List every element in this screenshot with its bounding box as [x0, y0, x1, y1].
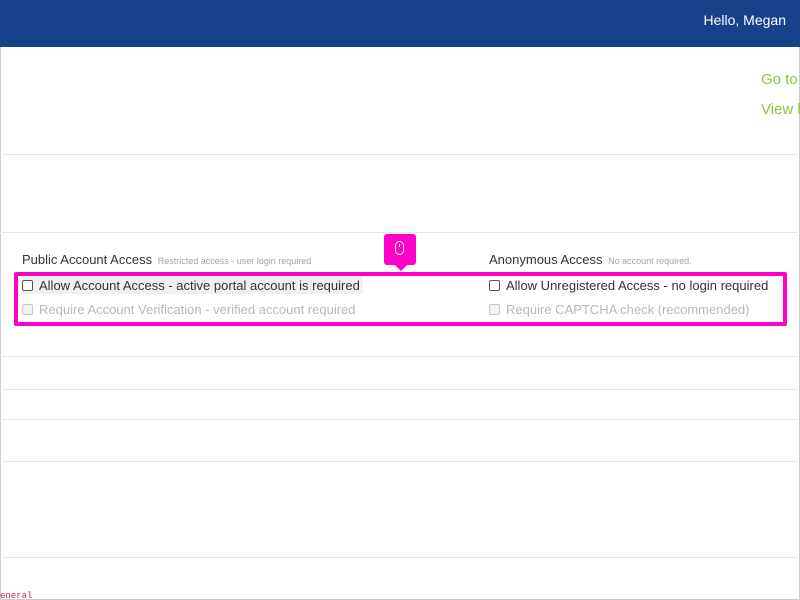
- public-access-heading: Public Account Access Restricted access …: [22, 252, 311, 267]
- public-access-hint: Restricted access - user login required: [157, 256, 312, 266]
- divider: [0, 232, 798, 233]
- user-greeting[interactable]: Hello, Megan: [704, 12, 787, 28]
- divider: [0, 389, 798, 390]
- corner-tag-text: eneral: [0, 591, 33, 600]
- divider: [0, 557, 798, 558]
- view-link[interactable]: View l: [761, 101, 800, 118]
- go-to-link[interactable]: Go to: [761, 71, 798, 88]
- click-marker: [384, 234, 416, 271]
- anonymous-access-heading: Anonymous Access No account required.: [489, 252, 692, 267]
- mouse-icon: [395, 241, 404, 255]
- divider: [0, 419, 798, 420]
- anonymous-access-title: Anonymous Access: [489, 252, 603, 267]
- top-navigation-bar: Hello, Megan: [0, 0, 800, 47]
- divider: [0, 356, 798, 357]
- divider: [0, 461, 798, 462]
- public-access-title: Public Account Access: [22, 252, 153, 267]
- highlight-box: [14, 272, 787, 326]
- divider: [0, 154, 798, 155]
- anonymous-access-hint: No account required.: [608, 256, 692, 266]
